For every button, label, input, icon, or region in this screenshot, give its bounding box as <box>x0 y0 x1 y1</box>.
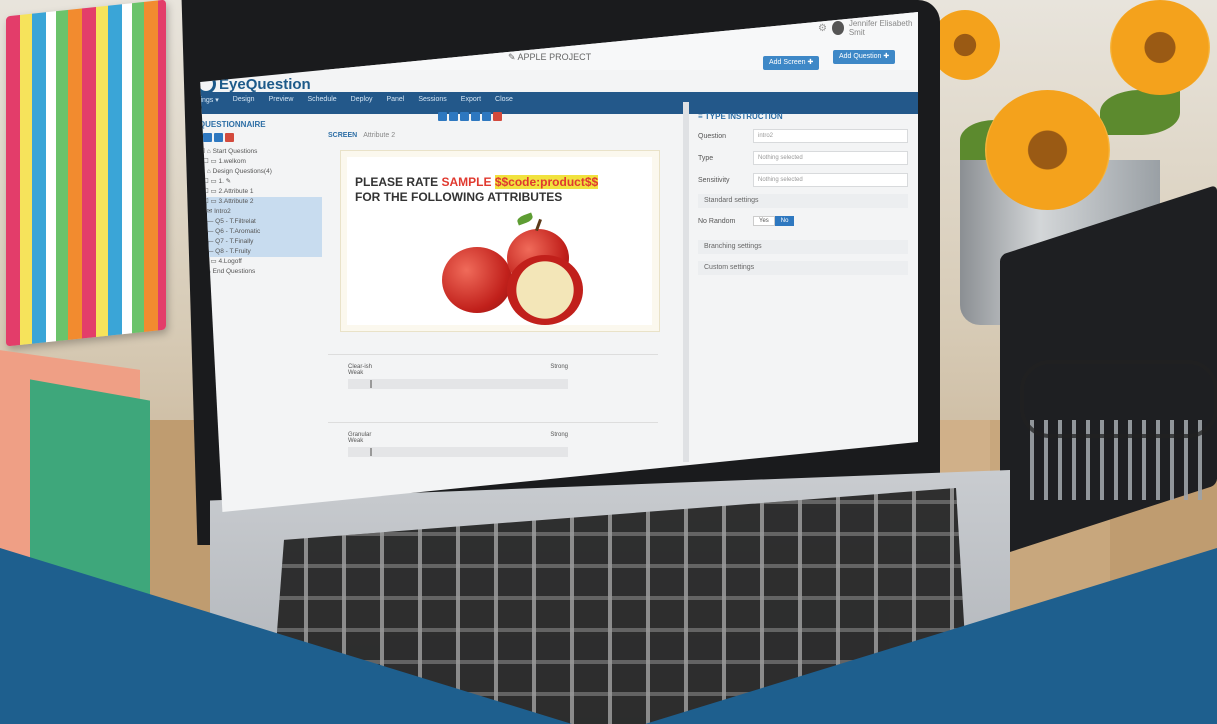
gear-icon[interactable]: ⚙ <box>818 23 827 34</box>
preview-canvas: PLEASE RATE SAMPLE $$code:product$$ FOR … <box>347 157 652 325</box>
scrollbar[interactable] <box>683 102 689 462</box>
no-random-row: No Random Yes No <box>698 216 908 226</box>
type-instruction-title: ≡ TYPE INSTRUCTION <box>698 112 783 121</box>
orange-flower <box>985 90 1110 210</box>
nav-sessions[interactable]: Sessions <box>418 96 446 104</box>
toggle-yes[interactable]: Yes <box>753 216 775 226</box>
apple-leaf <box>516 212 534 226</box>
tree-item[interactable]: ☐ — Q5 - T.Filtrelat <box>200 217 322 227</box>
add-screen-button[interactable]: Add Screen ✚ <box>763 56 820 70</box>
scale-slider[interactable] <box>348 379 568 389</box>
delete-icon[interactable] <box>225 133 234 142</box>
nav-panel[interactable]: Panel <box>386 96 404 104</box>
project-title: ✎ APPLE PROJECT <box>508 52 592 62</box>
questionnaire-title: ≡ QUESTIONNAIRE <box>198 120 266 129</box>
tree-item[interactable]: ⊖ ☐ ⌂ Design Questions(4) <box>200 167 322 177</box>
nav-design[interactable]: Design <box>233 96 255 104</box>
nav-close[interactable]: Close <box>495 96 513 104</box>
image-icon[interactable] <box>460 112 469 121</box>
tree-item[interactable]: ⊕ ☐ ▭ 2.Attribute 1 <box>200 187 322 197</box>
no-random-toggle[interactable]: Yes No <box>753 216 795 226</box>
toggle-no[interactable]: No <box>774 216 795 226</box>
questionnaire-tree: ⊖ ☐ ⌂ Start Questions ⊕ ☐ ▭ 1.welkom ⊖ ☐… <box>200 147 322 277</box>
tree-item[interactable]: ⊕ ☐ ▭ 4.Logoff <box>200 257 322 267</box>
collapse-icon[interactable] <box>203 133 212 142</box>
custom-settings-section[interactable]: Custom settings <box>698 261 908 275</box>
slider-handle[interactable] <box>370 380 372 388</box>
sensitivity-select[interactable]: Nothing selected <box>753 173 908 187</box>
tree-item[interactable]: ⊕ ☐ ▭ 1.welkom <box>200 157 322 167</box>
type-select[interactable]: Nothing selected <box>753 151 908 165</box>
add-question-button[interactable]: Add Question ✚ <box>833 50 896 64</box>
nav-schedule[interactable]: Schedule <box>307 96 336 104</box>
nav-export[interactable]: Export <box>461 96 481 104</box>
copy-icon[interactable] <box>214 133 223 142</box>
apple-half-image <box>507 255 583 325</box>
tree-item[interactable]: ⊕ ☐ ⌂ End Questions <box>200 267 322 277</box>
user-menu[interactable]: ⚙ Jennifer Elisabeth Smit <box>818 19 918 37</box>
eyeglasses <box>1020 360 1217 438</box>
tree-item-selected[interactable]: ⊖ ☑ ▭ 3.Attribute 2 <box>200 197 322 207</box>
nav-preview[interactable]: Preview <box>269 96 294 104</box>
link-icon[interactable] <box>438 112 447 121</box>
rating-scale: Clear-ish Strong Weak <box>348 364 568 389</box>
standard-settings-section[interactable]: Standard settings <box>698 194 908 208</box>
code-icon[interactable] <box>471 112 480 121</box>
tree-item[interactable]: ☐ — Q8 - T.Fruity <box>200 247 322 257</box>
striped-pencil-box <box>6 0 166 347</box>
avatar[interactable] <box>831 21 844 35</box>
type-field-row: Type Nothing selected <box>698 151 908 165</box>
edit-icon: ✎ <box>508 52 518 62</box>
divider <box>328 354 658 355</box>
tree-item[interactable]: ☐ — Q6 - T.Aromatic <box>200 227 322 237</box>
question-field[interactable]: intro2 <box>753 129 908 143</box>
laptop-screen: ⚙ Jennifer Elisabeth Smit ✎ APPLE PROJEC… <box>198 12 918 512</box>
orange-flower <box>1110 0 1210 95</box>
add-icon[interactable] <box>449 112 458 121</box>
question-preview: PLEASE RATE SAMPLE $$code:product$$ FOR … <box>340 150 660 332</box>
screen-toolbar <box>438 112 502 121</box>
divider <box>328 422 658 423</box>
tree-item[interactable]: ☐ — Q7 - T.Finally <box>200 237 322 247</box>
slider-handle[interactable] <box>370 448 372 456</box>
apple-image <box>442 247 512 313</box>
type-instruction-panel: ≡ TYPE INSTRUCTION Question intro2 Type … <box>698 112 908 412</box>
background-scene: ⚙ Jennifer Elisabeth Smit ✎ APPLE PROJEC… <box>0 0 1217 724</box>
nav-deploy[interactable]: Deploy <box>351 96 373 104</box>
screen-editor: SCREEN Attribute 2 PLEASE RATE SAMPLE $$c… <box>328 132 660 512</box>
scale-slider[interactable] <box>348 447 568 457</box>
orange-flower <box>930 10 1000 80</box>
screen-tab[interactable]: SCREEN Attribute 2 <box>328 132 658 139</box>
tree-item[interactable]: ☐ ✉ Intro2 <box>200 207 322 217</box>
tree-item[interactable]: ⊖ ☐ ⌂ Start Questions <box>200 147 322 157</box>
question-text: PLEASE RATE SAMPLE $$code:product$$ FOR … <box>355 175 599 204</box>
user-name[interactable]: Jennifer Elisabeth Smit <box>849 19 918 37</box>
rating-scale: Granular Strong Weak <box>348 432 568 457</box>
delete-icon[interactable] <box>493 112 502 121</box>
question-field-row: Question intro2 <box>698 129 908 143</box>
tree-toolbar <box>200 133 322 142</box>
tree-item[interactable]: ⊕ ☐ ▭ 1. ✎ <box>200 177 322 187</box>
edit-icon[interactable] <box>482 112 491 121</box>
sensitivity-field-row: Sensitivity Nothing selected <box>698 173 908 187</box>
plant-leaf <box>1100 90 1180 135</box>
branching-settings-section[interactable]: Branching settings <box>698 240 908 254</box>
main-nav: Settings ▾ Design Preview Schedule Deplo… <box>200 96 513 104</box>
